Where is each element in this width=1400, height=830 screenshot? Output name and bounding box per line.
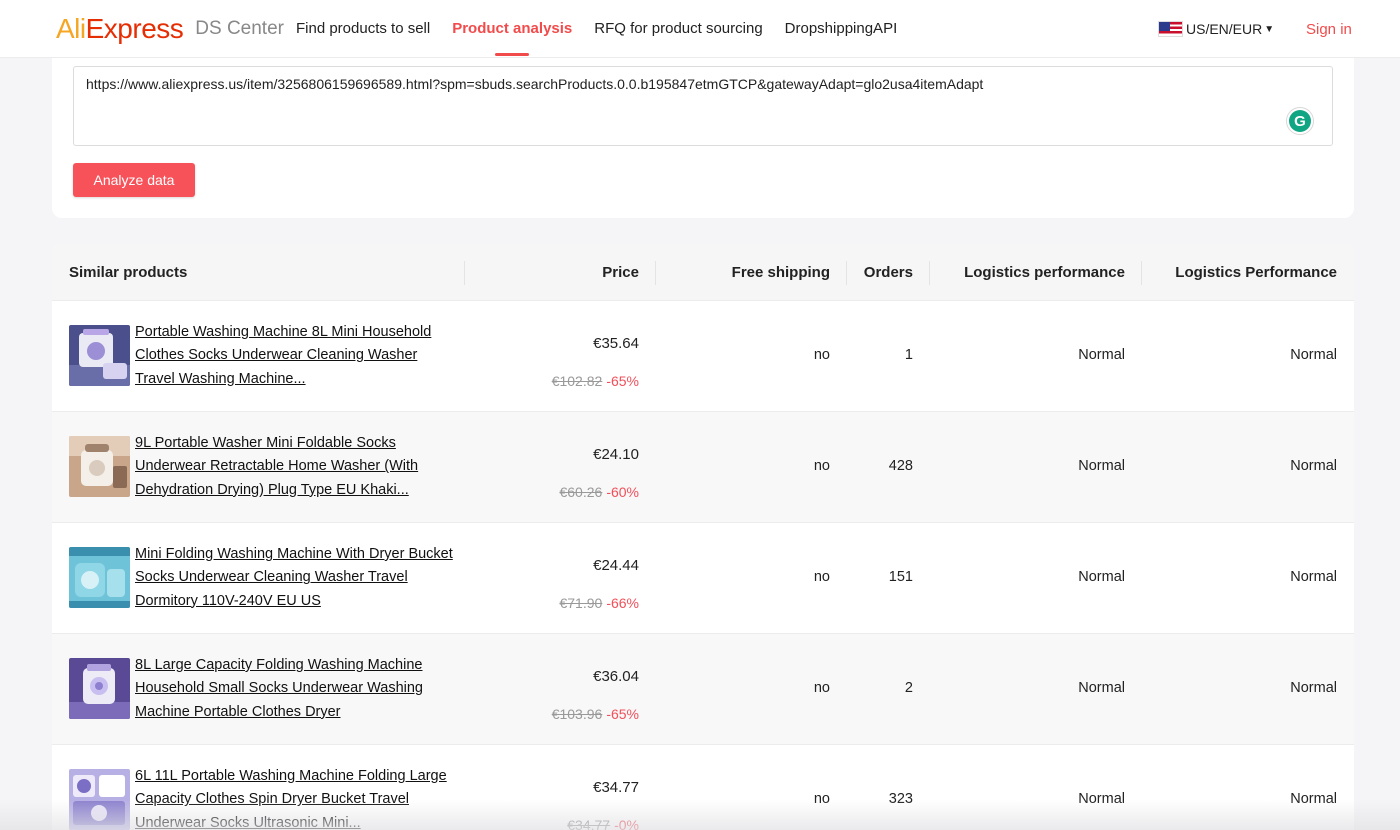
col-price: Price xyxy=(464,244,639,301)
logistics-performance-value: Normal xyxy=(1078,680,1125,696)
grammarly-g-icon: G xyxy=(1289,110,1311,132)
original-price: €102.82 xyxy=(551,373,603,389)
product-title-link[interactable]: Portable Washing Machine 8L Mini Househo… xyxy=(135,321,455,391)
col-free-shipping-label: Free shipping xyxy=(731,264,830,281)
original-price-group: €102.82 -65% xyxy=(552,373,639,389)
orders-value: 151 xyxy=(888,569,913,585)
logistics-performance-value: Normal xyxy=(1078,347,1125,363)
top-header: Ali Express DS Center Find products to se… xyxy=(0,0,1400,58)
discount-percent: -66% xyxy=(606,595,639,611)
orders-value: 2 xyxy=(904,680,913,696)
col-orders: Orders xyxy=(846,244,913,301)
original-price-group: €103.96 -65% xyxy=(552,706,639,722)
col-logistics-performance-label: Logistics performance xyxy=(964,264,1125,281)
free-shipping-value: no xyxy=(813,347,830,363)
product-price: €24.44 xyxy=(593,557,639,574)
product-title-link[interactable]: 6L 11L Portable Washing Machine Folding … xyxy=(135,765,455,830)
product-title-link[interactable]: Mini Folding Washing Machine With Dryer … xyxy=(135,543,455,613)
product-price: €35.64 xyxy=(593,335,639,352)
original-price: €103.96 xyxy=(551,706,603,722)
original-price: €71.90 xyxy=(559,595,603,611)
url-input-card: https://www.aliexpress.us/item/325680615… xyxy=(52,40,1354,218)
locale-selector[interactable]: US/EN/EUR ▼ xyxy=(1158,0,1274,58)
original-price-group: €34.77 -0% xyxy=(567,817,639,830)
logistics-performance-2-value: Normal xyxy=(1290,458,1337,474)
product-thumbnail[interactable] xyxy=(69,325,130,386)
table-header: Similar products Price Free shipping Ord… xyxy=(52,244,1354,301)
original-price-group: €71.90 -66% xyxy=(559,595,639,611)
table-row: 8L Large Capacity Folding Washing Machin… xyxy=(52,634,1354,745)
logistics-performance-2-value: Normal xyxy=(1290,791,1337,807)
similar-products-table: Similar products Price Free shipping Ord… xyxy=(52,244,1354,830)
product-thumbnail[interactable] xyxy=(69,769,130,830)
free-shipping-value: no xyxy=(813,680,830,696)
orders-value: 428 xyxy=(888,458,913,474)
free-shipping-value: no xyxy=(813,791,830,807)
grammarly-icon[interactable]: G xyxy=(1286,107,1314,135)
caret-down-icon: ▼ xyxy=(1264,23,1275,35)
ds-center-label: DS Center xyxy=(195,17,284,39)
original-price: €34.77 xyxy=(567,817,611,830)
us-flag-icon xyxy=(1158,21,1183,37)
col-logistics-performance: Logistics performance xyxy=(929,244,1125,301)
sign-in-link[interactable]: Sign in xyxy=(1306,0,1352,58)
product-price: €36.04 xyxy=(593,668,639,685)
logistics-performance-value: Normal xyxy=(1078,569,1125,585)
product-title-link[interactable]: 8L Large Capacity Folding Washing Machin… xyxy=(135,654,455,724)
discount-percent: -65% xyxy=(606,373,639,389)
logistics-performance-2-value: Normal xyxy=(1290,569,1337,585)
logistics-performance-2-value: Normal xyxy=(1290,347,1337,363)
col-logistics-performance-2-label: Logistics Performance xyxy=(1175,264,1337,281)
logo-ali-text: Ali xyxy=(56,12,86,44)
free-shipping-value: no xyxy=(813,569,830,585)
col-orders-label: Orders xyxy=(863,264,913,281)
discount-percent: -60% xyxy=(606,484,639,500)
logistics-performance-2-value: Normal xyxy=(1290,680,1337,696)
table-row: 9L Portable Washer Mini Foldable Socks U… xyxy=(52,412,1354,523)
discount-percent: -65% xyxy=(606,706,639,722)
nav-dropshipping-api[interactable]: DropshippingAPI xyxy=(785,0,898,58)
nav-product-analysis[interactable]: Product analysis xyxy=(452,0,572,58)
product-price: €24.10 xyxy=(593,446,639,463)
product-title-link[interactable]: 9L Portable Washer Mini Foldable Socks U… xyxy=(135,432,455,502)
product-price: €34.77 xyxy=(593,779,639,796)
table-row: Mini Folding Washing Machine With Dryer … xyxy=(52,523,1354,634)
product-thumbnail[interactable] xyxy=(69,436,130,497)
aliexpress-logo[interactable]: Ali Express xyxy=(56,12,184,45)
col-price-label: Price xyxy=(602,264,639,281)
col-logistics-performance-2: Logistics Performance xyxy=(1141,244,1337,301)
analyze-data-button[interactable]: Analyze data xyxy=(73,163,195,197)
main-nav: Find products to sell Product analysis R… xyxy=(296,0,919,58)
nav-find-products[interactable]: Find products to sell xyxy=(296,0,430,58)
product-thumbnail[interactable] xyxy=(69,547,130,608)
orders-value: 1 xyxy=(904,347,913,363)
free-shipping-value: no xyxy=(813,458,830,474)
product-url-input[interactable]: https://www.aliexpress.us/item/325680615… xyxy=(73,66,1333,146)
logistics-performance-value: Normal xyxy=(1078,458,1125,474)
locale-label: US/EN/EUR xyxy=(1186,21,1263,37)
logo-express-text: Express xyxy=(85,12,184,44)
product-thumbnail[interactable] xyxy=(69,658,130,719)
col-free-shipping: Free shipping xyxy=(655,244,830,301)
nav-rfq-sourcing[interactable]: RFQ for product sourcing xyxy=(594,0,762,58)
logistics-performance-value: Normal xyxy=(1078,791,1125,807)
discount-percent: -0% xyxy=(614,817,639,830)
original-price-group: €60.26 -60% xyxy=(559,484,639,500)
orders-value: 323 xyxy=(888,791,913,807)
table-row: Portable Washing Machine 8L Mini Househo… xyxy=(52,301,1354,412)
table-row: 6L 11L Portable Washing Machine Folding … xyxy=(52,745,1354,830)
col-similar-products: Similar products xyxy=(69,264,188,281)
original-price: €60.26 xyxy=(559,484,603,500)
